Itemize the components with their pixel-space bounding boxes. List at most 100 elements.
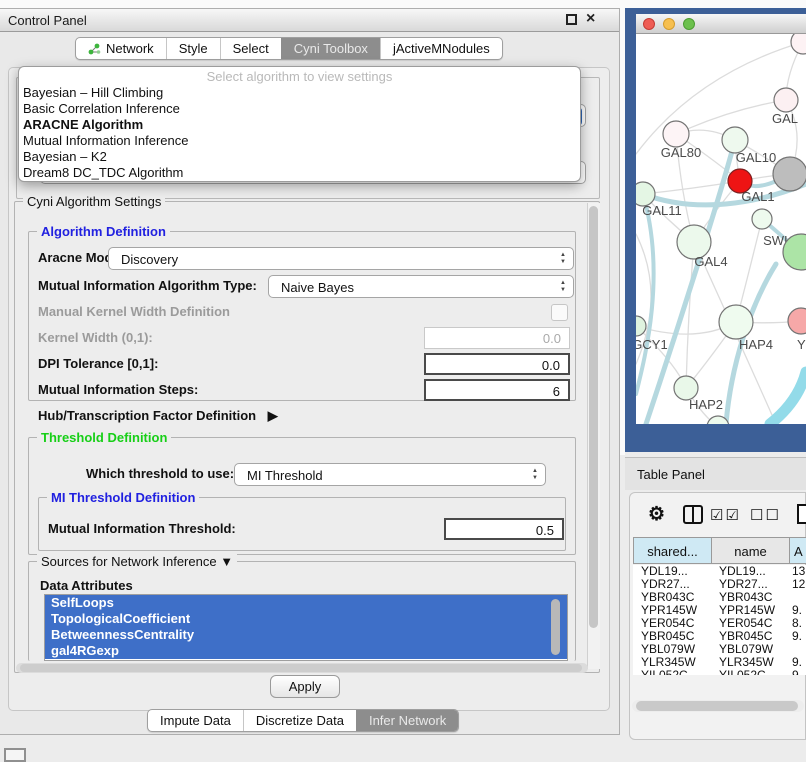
float-window-icon[interactable] [566, 14, 577, 25]
table-cell-shared-name: YLR345W [633, 656, 711, 669]
network-node[interactable] [663, 121, 689, 147]
checked-boxes-icon[interactable]: ☑☑ [710, 506, 741, 524]
table-cell-shared-name: YIL052C [633, 669, 711, 675]
network-node[interactable] [773, 157, 806, 191]
control-panel-window: Control Panel × Network Style Select Cyn… [0, 8, 620, 735]
sources-group-title[interactable]: Sources for Network Inference ▼ [37, 554, 237, 569]
tab-label: Cyni Toolbox [294, 41, 368, 56]
table-cell-name: YBL079W [711, 643, 789, 656]
network-node-label: HAP2 [689, 397, 723, 412]
hub-definition-expander[interactable]: Hub/Transcription Factor Definition ▶ [38, 408, 278, 424]
cyni-algorithm-settings-title: Cyni Algorithm Settings [23, 194, 165, 209]
table-row[interactable]: YIL052C YIL052C 9. [633, 669, 806, 675]
sources-title-text: Sources for Network Inference [41, 554, 217, 569]
table-row[interactable]: YLR345W YLR345W 9. [633, 656, 806, 669]
algorithm-popup-item[interactable]: Dream8 DC_TDC Algorithm [19, 165, 580, 181]
settings-hscrollbar-thumb[interactable] [20, 664, 582, 672]
unchecked-boxes-icon[interactable]: ☐☐ [750, 506, 781, 524]
mi-type-combo[interactable]: Naive Bayes ▲▼ [268, 275, 574, 298]
mac-zoom-icon[interactable] [683, 18, 695, 30]
data-attribute-item[interactable]: SelfLoops [45, 595, 567, 611]
algorithm-popup-item[interactable]: ARACNE Algorithm [19, 117, 580, 133]
network-node[interactable] [774, 88, 798, 112]
table-cell-value [789, 643, 806, 656]
apply-button[interactable]: Apply [270, 675, 340, 698]
table-row[interactable]: YDL19... YDL19... 13 [633, 565, 806, 578]
network-node[interactable] [788, 308, 806, 334]
unchecked-icon: ☐ [750, 507, 765, 524]
tab-style[interactable]: Style [166, 38, 220, 59]
aracne-mode-combo[interactable]: Discovery ▲▼ [108, 247, 574, 270]
data-attribute-item[interactable]: gal4RGexp [45, 643, 567, 659]
manual-kernel-checkbox[interactable] [551, 304, 568, 321]
kernel-width-field[interactable]: 0.0 [424, 327, 570, 349]
mi-threshold-group-title: MI Threshold Definition [47, 490, 199, 505]
which-threshold-combo[interactable]: MI Threshold ▲▼ [234, 463, 546, 486]
data-attributes-list[interactable]: SelfLoopsTopologicalCoefficientBetweenne… [44, 594, 568, 661]
table-row[interactable]: YER054C YER054C 8. [633, 617, 806, 630]
network-node[interactable] [719, 305, 753, 339]
network-canvas[interactable]: GALGAL80GAL10GAL1GAL11SWI4GAL4GCY1HAP4YH… [636, 34, 806, 424]
network-node[interactable] [636, 316, 646, 336]
settings-scrollbar-thumb[interactable] [589, 206, 598, 628]
threshold-definition-title: Threshold Definition [37, 430, 171, 445]
table-cell-name: YDR27... [711, 578, 789, 591]
table-row[interactable]: YBR045C YBR045C 9. [633, 630, 806, 643]
column-header-name[interactable]: name [712, 538, 790, 563]
tab-discretize-data[interactable]: Discretize Data [243, 710, 356, 731]
mi-steps-field[interactable]: 6 [424, 379, 570, 401]
algorithm-popup: Select algorithm to view settings Bayesi… [18, 66, 581, 182]
mi-threshold-field[interactable]: 0.5 [444, 518, 564, 540]
table-body[interactable]: YDL19... YDL19... 13 YDR27... YDR27... 1… [633, 565, 806, 675]
algorithm-popup-item[interactable]: Basic Correlation Inference [19, 101, 580, 117]
table-cell-value: 13 [789, 565, 806, 578]
table-hscrollbar-thumb[interactable] [636, 701, 798, 711]
data-attribute-item[interactable]: BetweennessCentrality [45, 627, 567, 643]
close-icon[interactable]: × [586, 10, 595, 28]
network-node-label: HAP4 [739, 337, 773, 352]
table-row[interactable]: YBL079W YBL079W [633, 643, 806, 656]
table-cell-shared-name: YBR043C [633, 591, 711, 604]
combo-spinner-icon: ▲▼ [532, 468, 538, 482]
tab-select[interactable]: Select [220, 38, 281, 59]
table-row[interactable]: YBR043C YBR043C [633, 591, 806, 604]
mac-close-icon[interactable] [643, 18, 655, 30]
tab-label: Style [179, 41, 208, 56]
algorithm-popup-placeholder: Select algorithm to view settings [19, 69, 580, 85]
algorithm-popup-item[interactable]: Bayesian – K2 [19, 149, 580, 165]
tab-infer-network[interactable]: Infer Network [356, 710, 458, 731]
dpi-tolerance-field[interactable]: 0.0 [424, 353, 570, 375]
table-cell-value: 9. [789, 604, 806, 617]
tab-network[interactable]: Network [76, 38, 166, 59]
minimized-panel-icon[interactable] [4, 748, 26, 762]
tab-jactivemnodules[interactable]: jActiveMNodules [380, 38, 502, 59]
table-cell-name: YDL19... [711, 565, 789, 578]
table-row[interactable]: YPR145W YPR145W 9. [633, 604, 806, 617]
tab-impute-data[interactable]: Impute Data [148, 710, 243, 731]
column-header-partial[interactable]: A [790, 538, 806, 563]
table-row[interactable]: YDR27... YDR27... 12 [633, 578, 806, 591]
table-cell-shared-name: YDL19... [633, 565, 711, 578]
algorithm-popup-item[interactable]: Mutual Information Inference [19, 133, 580, 149]
algorithm-popup-list: Bayesian – Hill ClimbingBasic Correlatio… [19, 85, 580, 181]
tab-cyni-toolbox[interactable]: Cyni Toolbox [281, 38, 380, 59]
chevron-down-icon: ▼ [220, 554, 233, 569]
network-node-label: GAL1 [741, 189, 774, 204]
gear-icon[interactable]: ⚙ [648, 503, 665, 526]
network-node-label: GAL80 [661, 145, 701, 160]
network-node[interactable] [752, 209, 772, 229]
column-header-shared-name[interactable]: shared... [634, 538, 712, 563]
algorithm-popup-item[interactable]: Bayesian – Hill Climbing [19, 85, 580, 101]
network-titlebar[interactable] [636, 14, 806, 34]
which-threshold-value: MI Threshold [247, 468, 323, 483]
table-cell-shared-name: YBR045C [633, 630, 711, 643]
checked-icon: ☑ [710, 507, 725, 524]
mac-minimize-icon[interactable] [663, 18, 675, 30]
node-table: shared... name A [633, 537, 806, 564]
dpi-tolerance-label: DPI Tolerance [0,1]: [38, 356, 158, 371]
split-columns-icon[interactable] [683, 505, 703, 524]
data-attribute-item[interactable]: TopologicalCoefficient [45, 611, 567, 627]
network-node[interactable] [791, 34, 806, 54]
page-icon[interactable] [797, 504, 806, 524]
attributes-scrollbar-thumb[interactable] [551, 599, 560, 655]
